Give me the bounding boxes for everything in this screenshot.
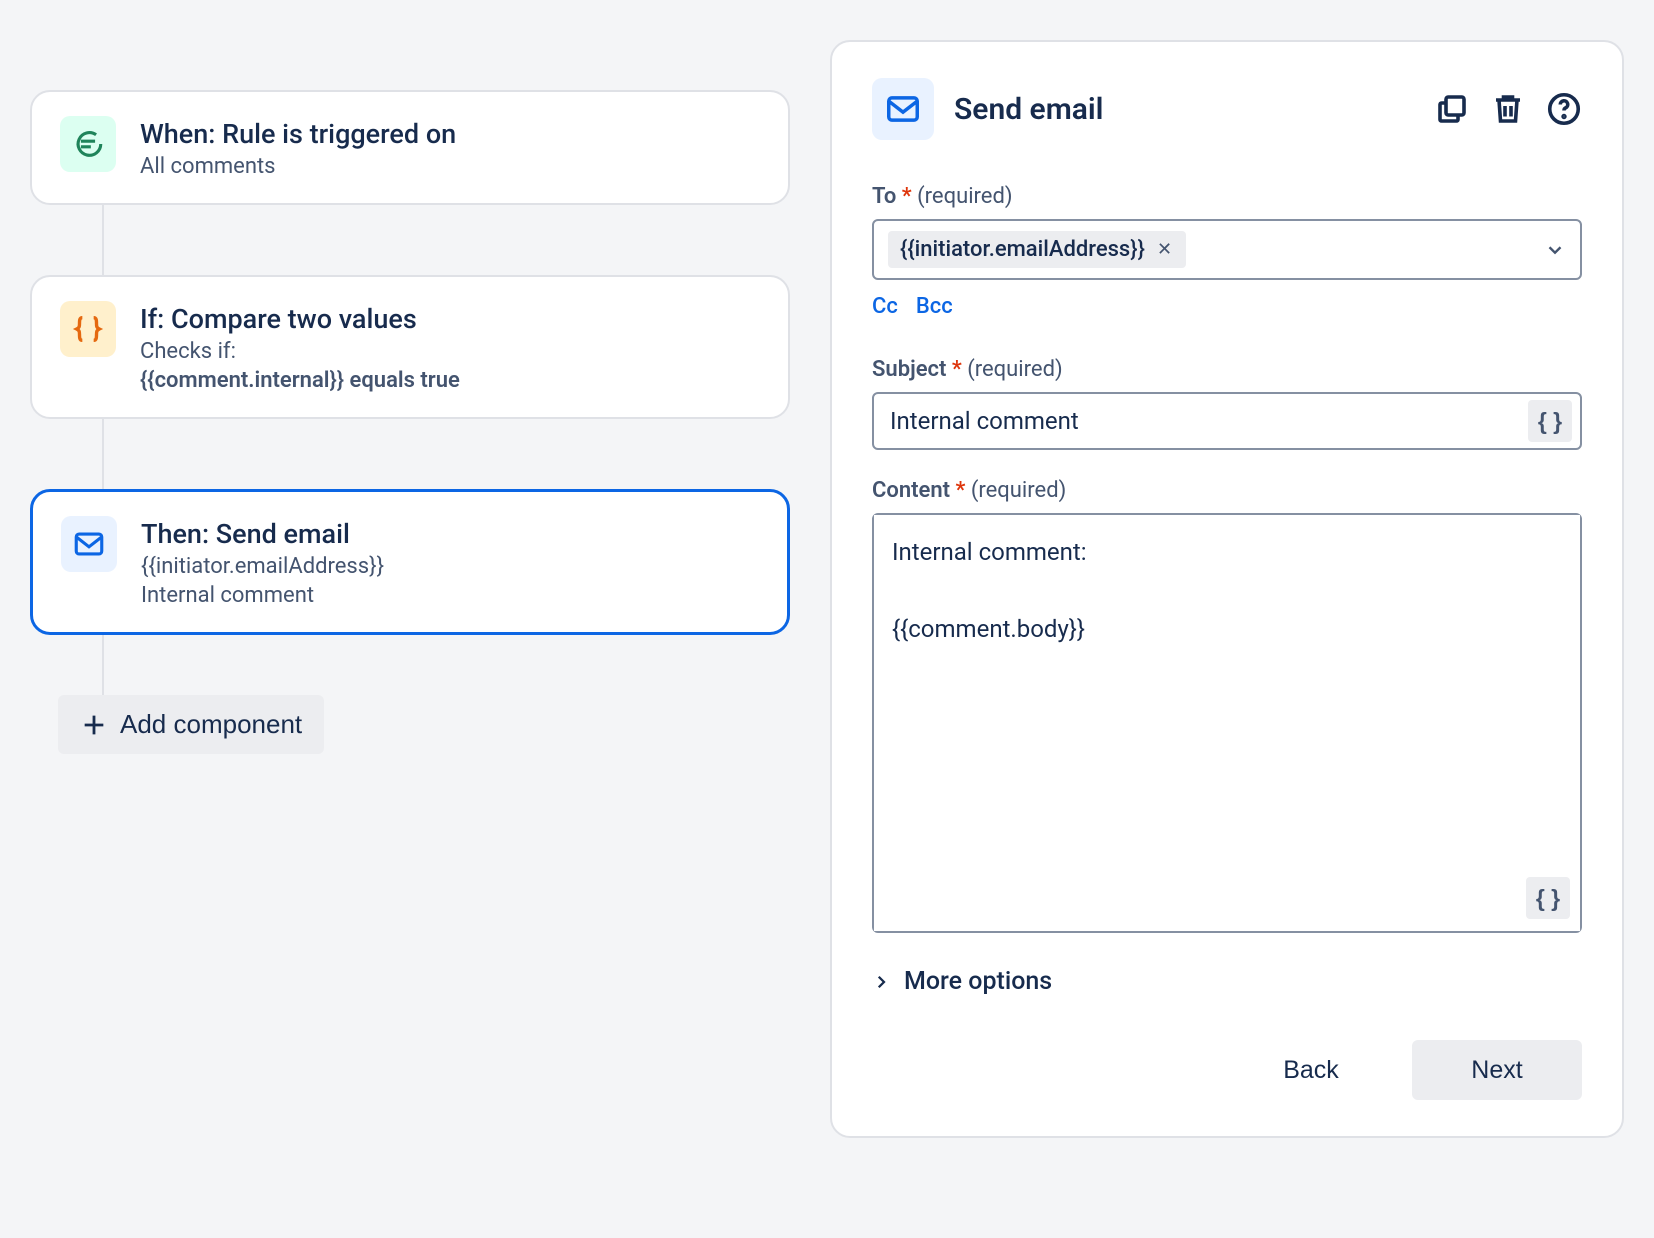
mail-icon — [61, 516, 117, 572]
chevron-down-icon[interactable] — [1544, 239, 1566, 261]
condition-sub2: {{comment.internal}} equals true — [140, 368, 460, 393]
connector-line — [102, 419, 104, 489]
duplicate-icon[interactable] — [1434, 91, 1470, 127]
comment-icon — [60, 116, 116, 172]
insert-variable-button[interactable]: { } — [1528, 400, 1572, 442]
add-component-button[interactable]: Add component — [58, 695, 324, 754]
connector-line — [102, 205, 104, 275]
chevron-right-icon — [872, 973, 890, 991]
recipient-chip[interactable]: {{initiator.emailAddress}} ✕ — [888, 231, 1186, 268]
action-sub1: {{initiator.emailAddress}} — [141, 554, 384, 579]
condition-title: If: Compare two values — [140, 303, 460, 335]
rule-trigger-card[interactable]: When: Rule is triggered on All comments — [30, 90, 790, 205]
next-button[interactable]: Next — [1412, 1040, 1582, 1100]
to-label: To * (required) — [872, 184, 1582, 209]
content-textarea[interactable] — [874, 515, 1580, 931]
chip-text: {{initiator.emailAddress}} — [900, 237, 1145, 262]
subject-input[interactable] — [890, 407, 1528, 435]
more-options-toggle[interactable]: More options — [872, 967, 1582, 996]
help-icon[interactable] — [1546, 91, 1582, 127]
bcc-link[interactable]: Bcc — [916, 294, 953, 319]
trash-icon[interactable] — [1490, 91, 1526, 127]
trigger-title: When: Rule is triggered on — [140, 118, 456, 150]
subject-label: Subject * (required) — [872, 357, 1582, 382]
add-component-label: Add component — [120, 709, 302, 740]
connector-line — [102, 635, 104, 695]
action-config-panel: Send email — [830, 40, 1624, 1138]
action-sub2: Internal comment — [141, 583, 384, 608]
plus-icon — [80, 711, 108, 739]
condition-sub1: Checks if: — [140, 339, 460, 364]
trigger-subtitle: All comments — [140, 154, 456, 179]
more-options-label: More options — [904, 967, 1052, 996]
to-field[interactable]: {{initiator.emailAddress}} ✕ — [872, 219, 1582, 280]
insert-variable-button[interactable]: { } — [1526, 877, 1570, 919]
rule-action-card[interactable]: Then: Send email {{initiator.emailAddres… — [30, 489, 790, 635]
back-button[interactable]: Back — [1226, 1040, 1396, 1100]
braces-icon — [60, 301, 116, 357]
panel-title: Send email — [954, 92, 1414, 127]
rule-condition-card[interactable]: If: Compare two values Checks if: {{comm… — [30, 275, 790, 419]
remove-chip-icon[interactable]: ✕ — [1155, 239, 1174, 260]
content-label: Content * (required) — [872, 478, 1582, 503]
action-title: Then: Send email — [141, 518, 384, 550]
mail-icon — [872, 78, 934, 140]
cc-link[interactable]: Cc — [872, 294, 898, 319]
